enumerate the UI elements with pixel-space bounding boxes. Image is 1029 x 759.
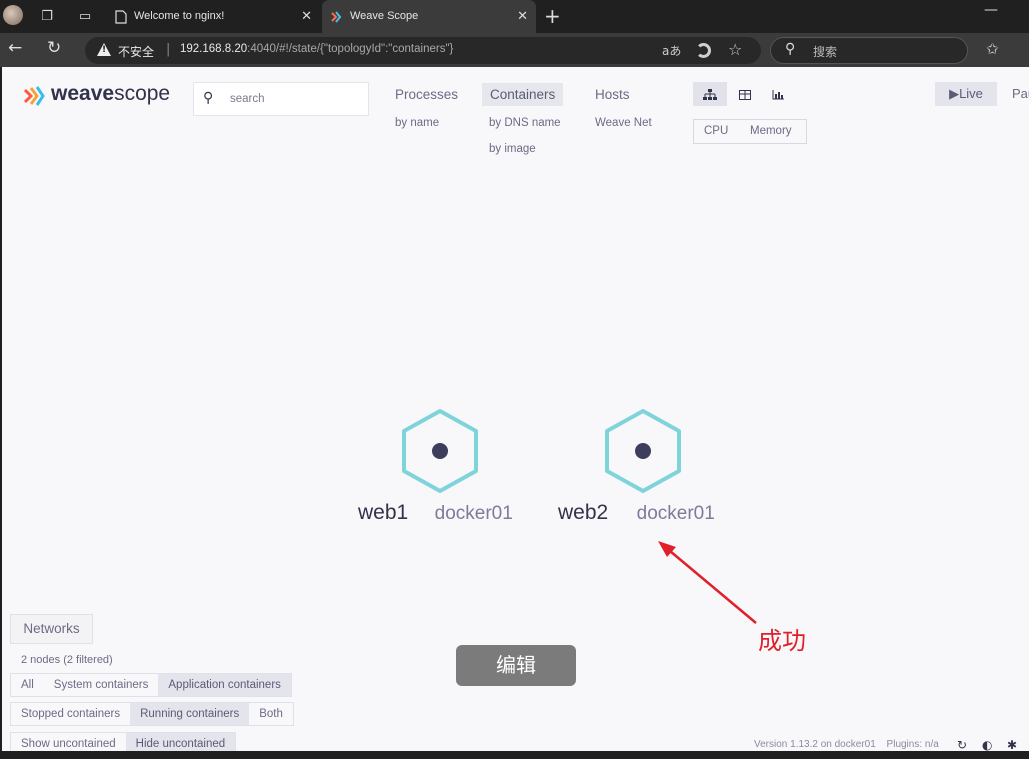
metric-memory[interactable]: Memory xyxy=(750,125,792,137)
tab-title: Welcome to nginx! xyxy=(134,10,225,22)
version-text: Version 1.13.2 on docker01 xyxy=(754,739,876,750)
close-tab-icon[interactable]: ✕ xyxy=(517,0,528,33)
pause-button[interactable]: Pause xyxy=(1012,86,1029,101)
tab-weave-scope[interactable]: Weave Scope ✕ xyxy=(322,0,536,33)
url-text[interactable]: 192.168.8.20:4040/#!/state/{"topologyId"… xyxy=(180,43,453,55)
url-host: 192.168.8.20 xyxy=(180,43,248,55)
bug-icon[interactable]: ✱ xyxy=(1007,738,1017,751)
sub-topology-by-name[interactable]: by name xyxy=(395,117,439,129)
filter-both[interactable]: Both xyxy=(249,703,293,725)
plugins-text: Plugins: n/a xyxy=(886,739,939,750)
browser-search-placeholder: 搜索 xyxy=(813,45,838,59)
metric-cpu[interactable]: CPU xyxy=(704,125,728,137)
favorite-star-icon[interactable]: ☆ xyxy=(728,40,742,59)
table-view-icon xyxy=(739,89,751,100)
topology-containers[interactable]: Containers xyxy=(482,83,564,106)
node-name: web2 xyxy=(558,501,609,524)
weave-logo-icon xyxy=(23,86,45,106)
back-arrow-icon[interactable]: ← xyxy=(8,38,22,58)
sub-topology-by-image[interactable]: by image xyxy=(489,143,536,155)
search-placeholder: search xyxy=(230,93,265,105)
search-icon: ⚲ xyxy=(203,90,214,106)
browser-tab-strip: ❐ ▭ Welcome to nginx! ✕ Weave Scope ✕ + … xyxy=(0,0,1029,33)
browser-search-box[interactable]: ⚲ 搜索 xyxy=(770,37,968,64)
logo-text-light: scope xyxy=(114,82,171,105)
url-path: :4040/#!/state/{"topologyId":"containers… xyxy=(247,43,454,55)
new-tab-button[interactable]: + xyxy=(544,4,561,28)
resources-view-icon xyxy=(772,89,784,99)
node-web1-label[interactable]: web1 docker01 xyxy=(358,501,513,525)
node-web2-label[interactable]: web2 docker01 xyxy=(558,501,715,525)
sub-topology-by-dns-name[interactable]: by DNS name xyxy=(489,117,561,129)
url-separator: | xyxy=(166,42,171,57)
refresh-icon[interactable]: ↻ xyxy=(47,38,61,58)
address-bar[interactable]: 不安全 | 192.168.8.20:4040/#!/state/{"topol… xyxy=(85,37,761,64)
live-label: Live xyxy=(959,86,983,101)
sub-topology-weave-net[interactable]: Weave Net xyxy=(595,117,652,129)
uncontained-filter: Show uncontained Hide uncontained xyxy=(10,732,237,751)
read-aloud-icon[interactable]: aあ xyxy=(662,42,681,59)
favorites-icon[interactable]: ✩ xyxy=(986,40,999,58)
tab-nginx[interactable]: Welcome to nginx! ✕ xyxy=(106,0,320,33)
resources-view-button[interactable] xyxy=(761,82,795,106)
filter-stopped-containers[interactable]: Stopped containers xyxy=(11,703,130,725)
minimize-window-button[interactable]: — xyxy=(984,2,998,18)
version-info: Version 1.13.2 on docker01 Plugins: n/a xyxy=(754,739,939,750)
tab-title: Weave Scope xyxy=(350,10,419,22)
metric-selector: CPU Memory xyxy=(693,119,807,144)
annotation-arrow xyxy=(658,541,757,624)
filter-application-containers[interactable]: Application containers xyxy=(158,674,291,696)
search-icon: ⚲ xyxy=(785,41,796,57)
warning-icon xyxy=(97,43,111,56)
filter-hide-uncontained[interactable]: Hide uncontained xyxy=(125,733,236,751)
filter-all[interactable]: All xyxy=(11,674,44,696)
weave-scope-favicon xyxy=(331,11,342,23)
search-input[interactable]: ⚲ search xyxy=(193,82,369,116)
browser-toolbar: ← ↻ 不安全 | 192.168.8.20:4040/#!/state/{"t… xyxy=(0,33,1029,67)
container-type-filter: All System containers Application contai… xyxy=(10,673,292,697)
node-web2-hexagon[interactable] xyxy=(602,407,684,495)
profile-avatar[interactable] xyxy=(3,5,23,25)
networks-button[interactable]: Networks xyxy=(10,614,93,644)
security-label[interactable]: 不安全 xyxy=(118,43,154,60)
page-icon xyxy=(115,10,127,24)
refresh-icon[interactable]: ↻ xyxy=(957,738,967,751)
graph-view-button[interactable] xyxy=(693,82,727,106)
node-host: docker01 xyxy=(636,503,715,524)
filter-show-uncontained[interactable]: Show uncontained xyxy=(11,733,126,751)
play-icon: ▶ xyxy=(949,86,960,101)
edit-button[interactable]: 编辑 xyxy=(456,645,576,686)
logo-text: weavescope xyxy=(51,82,170,106)
taskbar-edge xyxy=(0,751,1029,759)
node-name: web1 xyxy=(358,501,409,524)
logo-text-bold: weave xyxy=(51,82,115,105)
weave-scope-page: weavescope ⚲ search Processes by name Co… xyxy=(2,67,1029,751)
filter-running-containers[interactable]: Running containers xyxy=(130,703,250,725)
tab-actions-icon[interactable]: ▭ xyxy=(75,7,95,27)
container-state-filter: Stopped containers Running containers Bo… xyxy=(10,702,294,726)
browser-essentials-icon[interactable] xyxy=(696,43,711,58)
graph-view-icon xyxy=(703,88,717,100)
node-web1-hexagon[interactable] xyxy=(399,407,481,495)
topology-processes[interactable]: Processes xyxy=(387,83,466,106)
close-tab-icon[interactable]: ✕ xyxy=(301,0,312,33)
table-view-button[interactable] xyxy=(728,82,762,106)
filter-system-containers[interactable]: System containers xyxy=(44,674,159,696)
node-count: 2 nodes (2 filtered) xyxy=(21,654,113,666)
contrast-icon[interactable]: ◐ xyxy=(982,738,992,751)
live-button[interactable]: ▶Live xyxy=(935,82,997,106)
node-host: docker01 xyxy=(434,503,513,524)
topology-hosts[interactable]: Hosts xyxy=(587,83,638,106)
workspaces-icon[interactable]: ❐ xyxy=(37,7,57,27)
annotation-text: 成功 xyxy=(758,627,806,655)
